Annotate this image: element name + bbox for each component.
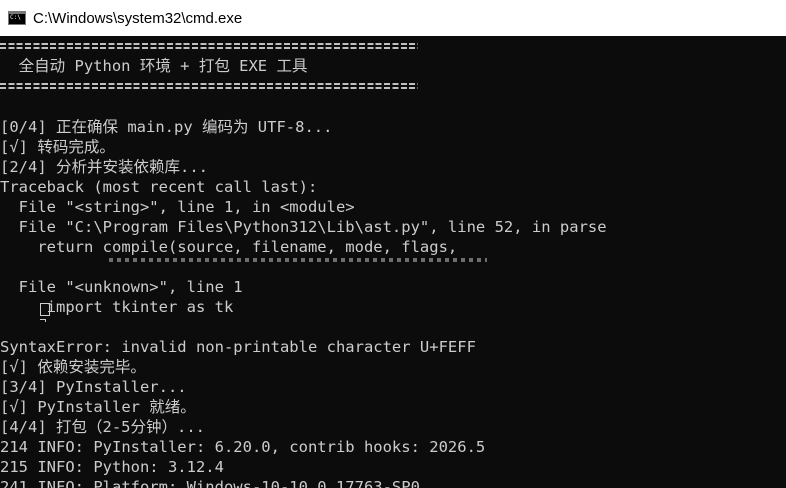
console-line: [√] 依赖安装完毕。	[0, 358, 146, 376]
cmd-window: C:\Windows\system32\cmd.exe 全自动 Python 环…	[0, 0, 786, 488]
console-line: 全自动 Python 环境 + 打包 EXE 工具	[0, 57, 308, 75]
title-bar[interactable]: C:\Windows\system32\cmd.exe	[0, 0, 786, 36]
console-output[interactable]: 全自动 Python 环境 + 打包 EXE 工具 [0/4] 正在确保 mai…	[0, 36, 786, 488]
console-line: File "<unknown>", line 1	[0, 278, 243, 296]
cmd-console-icon[interactable]	[8, 11, 26, 25]
console-line: File "C:\Program Files\Python312\Lib\ast…	[0, 218, 607, 236]
console-line: import tkinter as tk	[0, 298, 234, 316]
separator-line	[0, 82, 418, 91]
window-title: C:\Windows\system32\cmd.exe	[33, 9, 243, 27]
console-line: [3/4] PyInstaller...	[0, 378, 187, 396]
console-line: File "<string>", line 1, in <module>	[0, 198, 355, 216]
console-line: return compile(source, filename, mode, f…	[0, 238, 458, 256]
console-line: Traceback (most recent call last):	[0, 178, 318, 196]
console-line: 215 INFO: Python: 3.12.4	[0, 458, 224, 476]
console-line: 241 INFO: Platform: Windows-10-10.0.1776…	[0, 478, 420, 488]
console-line: [4/4] 打包（2-5分钟）...	[0, 418, 205, 436]
separator-line	[0, 42, 418, 51]
bom-marker-box	[40, 303, 50, 316]
console-line: [2/4] 分析并安装依赖库...	[0, 158, 208, 176]
console-line: [√] PyInstaller 就绪。	[0, 398, 196, 416]
console-line: [0/4] 正在确保 main.py 编码为 UTF-8...	[0, 118, 333, 136]
error-caret-marks	[109, 258, 487, 262]
console-line: 214 INFO: PyInstaller: 6.20.0, contrib h…	[0, 438, 486, 456]
error-caret-mark	[40, 319, 46, 322]
console-line: SyntaxError: invalid non-printable chara…	[0, 338, 476, 356]
console-line: [√] 转码完成。	[0, 138, 115, 156]
